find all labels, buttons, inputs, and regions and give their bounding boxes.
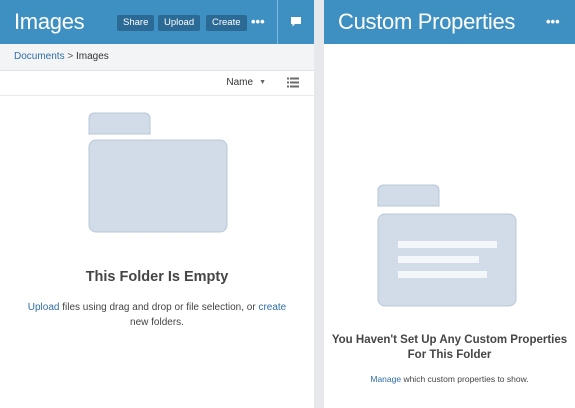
folder-icon xyxy=(88,112,228,233)
custom-properties-empty-title-line1: You Haven't Set Up Any Custom Properties xyxy=(331,334,568,346)
upload-link[interactable]: Upload xyxy=(28,302,60,313)
breadcrumb: Documents > Images xyxy=(0,44,314,71)
custom-properties-header: Custom Properties ••• xyxy=(324,0,575,44)
manage-link[interactable]: Manage xyxy=(370,374,401,384)
documents-header: Images Share Upload Create ••• xyxy=(0,0,314,44)
comment-icon xyxy=(291,17,301,27)
documents-panel: Images Share Upload Create ••• Documents… xyxy=(0,0,314,408)
comments-button[interactable] xyxy=(277,0,314,44)
custom-properties-empty-title-line2: For This Folder xyxy=(407,349,492,361)
empty-folder-title: This Folder Is Empty xyxy=(85,269,229,285)
panel-title: Images xyxy=(14,9,85,34)
breadcrumb-documents-link[interactable]: Documents xyxy=(14,51,65,62)
app: Images Share Upload Create ••• Documents… xyxy=(0,0,575,408)
breadcrumb-separator: > xyxy=(67,51,74,62)
custom-properties-panel: Custom Properties ••• You Haven't Set Up… xyxy=(324,0,575,408)
empty-folder-text-end: new folders. xyxy=(130,317,184,328)
upload-button[interactable]: Upload xyxy=(158,15,201,31)
empty-folder-text: Upload files using drag and drop or file… xyxy=(10,300,304,330)
share-button[interactable]: Share xyxy=(117,15,155,31)
panel-title: Custom Properties xyxy=(338,9,516,34)
manage-text: Manage which custom properties to show. xyxy=(324,372,575,387)
create-button[interactable]: Create xyxy=(206,15,247,31)
sort-dropdown[interactable]: Name ▼ xyxy=(226,77,266,88)
create-link[interactable]: create xyxy=(258,302,286,313)
file-toolbar: Name ▼ xyxy=(0,71,314,96)
breadcrumb-current: Images xyxy=(75,51,109,62)
empty-folder-text-middle: files using drag and drop or file select… xyxy=(59,302,259,313)
sort-label: Name xyxy=(226,77,254,88)
more-icon[interactable]: ••• xyxy=(546,12,560,32)
chevron-down-icon: ▼ xyxy=(259,79,266,86)
list-view-icon[interactable] xyxy=(287,77,299,88)
document-folder-icon xyxy=(377,184,517,307)
more-icon[interactable]: ••• xyxy=(251,12,265,32)
manage-text-rest: which custom properties to show. xyxy=(401,374,529,384)
custom-properties-empty-title: You Haven't Set Up Any Custom Properties… xyxy=(324,333,575,363)
